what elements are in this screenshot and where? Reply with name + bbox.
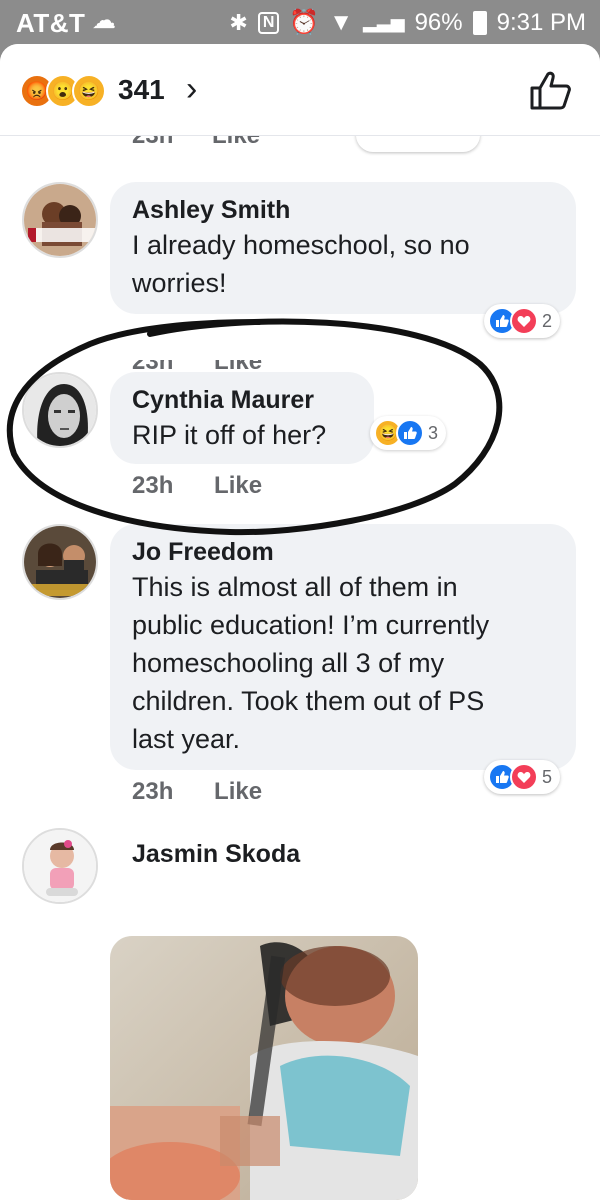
comment-text-line: worries! [132,268,227,298]
comment-text-line: last year. [132,724,241,754]
wifi-icon: ▼ [329,8,354,36]
gif-attachment[interactable] [110,936,418,1200]
reaction-summary[interactable]: 😡 😮 😆 [20,74,106,108]
comment-bubble[interactable]: Jo Freedom This is almost all of them in… [110,524,576,770]
like-link[interactable]: Like [214,778,262,805]
reaction-badge[interactable]: 2 [484,304,561,338]
reaction-badge[interactable]: 5 [484,760,561,794]
reaction-count: 3 [428,422,439,443]
comment-author[interactable]: Jo Freedom [132,536,554,568]
comment-text-line: This is almost all of them in [132,572,458,602]
comment-text-line: homeschooling all 3 of my [132,648,445,678]
bluetooth-icon: ✱ [229,9,248,35]
reaction-badge[interactable]: 😆 3 [370,416,447,450]
partial-comment-meta: 23h Like [0,136,600,156]
like-link[interactable]: Like [214,472,262,499]
reaction-badge[interactable] [356,136,480,152]
chevron-right-icon[interactable]: › [186,70,197,109]
comment-time: 23h [132,360,173,372]
comment-time: 23h [132,778,174,805]
avatar[interactable] [22,524,98,600]
reaction-count[interactable]: 341 [118,74,165,106]
avatar[interactable] [22,828,98,904]
reaction-count: 2 [542,310,553,331]
nfc-icon: N [257,11,280,34]
avatar[interactable] [22,372,98,448]
comment: Ashley Smith I already homeschool, so no… [0,182,600,372]
like-reaction-icon [396,419,424,447]
avatar[interactable] [22,182,98,258]
like-link[interactable]: Like [212,136,260,150]
comment: Cynthia Maurer RIP it off of her? 😆 3 23… [0,372,600,512]
comment-author[interactable]: Cynthia Maurer [132,384,352,416]
love-reaction-icon [510,307,538,335]
comment-text-line: public education! I’m currently [132,610,490,640]
comment-meta: 23h Like [132,472,262,500]
cloud-icon: ☁ [92,7,116,34]
comment-author[interactable]: Ashley Smith [132,194,554,226]
reaction-count: 5 [542,766,553,787]
love-reaction-icon [510,763,538,791]
comment-meta: 23h Like [132,778,262,806]
clock: 9:31 PM [496,8,586,36]
comment: Jo Freedom This is almost all of them in… [0,524,600,814]
alarm-icon: ⏰ [289,9,320,36]
thumbs-up-icon[interactable] [528,70,572,115]
status-icons: ✱ N ⏰ ▼ ▂▃▅ 96% 9:31 PM [229,8,586,37]
comments-sheet: 😡 😮 😆 341 › 23h Like [0,44,600,1200]
comment-text-line: children. Took them out of PS [132,686,485,716]
comment-bubble[interactable]: Cynthia Maurer RIP it off of her? [110,372,374,464]
comment-text: RIP it off of her? [132,420,327,450]
comment: Jasmin Skoda [0,828,600,1200]
comment-bubble[interactable]: Ashley Smith I already homeschool, so no… [110,182,576,314]
comment-time: 23h [132,136,173,150]
comment-meta: 23h Like [132,360,262,372]
comment-time: 23h [132,472,174,499]
comment-author[interactable]: Jasmin Skoda [132,840,300,869]
comment-text-line: I already homeschool, so no [132,230,470,260]
battery-icon [472,10,487,35]
haha-reaction-icon: 😆 [72,74,106,108]
reactions-header: 😡 😮 😆 341 › [0,44,600,136]
signal-icon: ▂▃▅ [363,12,405,32]
like-link[interactable]: Like [214,360,262,372]
carrier-label: AT&T [16,8,86,38]
status-bar: AT&T ☁ ✱ N ⏰ ▼ ▂▃▅ 96% 9:31 PM [0,0,600,44]
battery-percent: 96% [414,8,463,36]
